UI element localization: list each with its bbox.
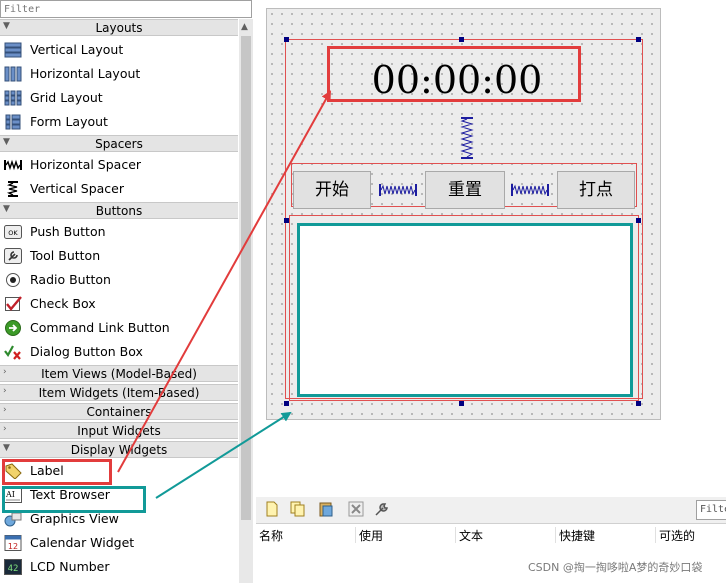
widget-item-label: Dialog Button Box bbox=[30, 344, 143, 359]
watermark: CSDN @掏一掏哆啦A梦的奇妙口袋 bbox=[528, 561, 703, 574]
category-label: Buttons bbox=[95, 204, 143, 218]
category-label: Containers bbox=[86, 405, 152, 419]
category-containers[interactable]: › Containers bbox=[0, 403, 238, 420]
grid-layout-icon bbox=[4, 90, 22, 106]
highlight-text-browser-item bbox=[2, 486, 146, 513]
paste-icon[interactable] bbox=[318, 501, 334, 517]
start-button[interactable]: 开始 bbox=[293, 171, 371, 209]
column-header-used[interactable]: 使用 bbox=[359, 527, 456, 543]
widget-item-push-button[interactable]: OK Push Button bbox=[0, 220, 238, 244]
widget-item-horizontal-layout[interactable]: Horizontal Layout bbox=[0, 62, 238, 86]
category-label: Input Widgets bbox=[77, 424, 161, 438]
widget-item-vertical-spacer[interactable]: Vertical Spacer bbox=[0, 177, 238, 201]
widget-item-label: Command Link Button bbox=[30, 320, 170, 335]
command-link-icon bbox=[5, 320, 21, 336]
widget-item-label: Horizontal Spacer bbox=[30, 157, 142, 172]
svg-text:OK: OK bbox=[8, 229, 18, 237]
widget-item-command-link-button[interactable]: Command Link Button bbox=[0, 316, 238, 340]
new-file-icon[interactable] bbox=[264, 501, 280, 517]
category-label: Layouts bbox=[95, 21, 143, 35]
widget-item-vertical-layout[interactable]: Vertical Layout bbox=[0, 38, 238, 62]
wrench-settings-icon[interactable] bbox=[374, 501, 390, 517]
selection-handle[interactable] bbox=[636, 37, 641, 42]
filter-input[interactable] bbox=[0, 0, 252, 18]
delete-icon[interactable] bbox=[348, 501, 364, 517]
selection-handle[interactable] bbox=[284, 37, 289, 42]
category-label: Item Widgets (Item-Based) bbox=[38, 386, 200, 400]
widget-item-radio-button[interactable]: Radio Button bbox=[0, 268, 238, 292]
widget-item-label: Check Box bbox=[30, 296, 96, 311]
widget-item-label: Form Layout bbox=[30, 114, 108, 129]
category-item-widgets[interactable]: › Item Widgets (Item-Based) bbox=[0, 384, 238, 401]
scrollbar-thumb[interactable] bbox=[241, 36, 251, 520]
widget-item-label: LCD Number bbox=[30, 559, 110, 574]
widget-item-tool-button[interactable]: Tool Button bbox=[0, 244, 238, 268]
tool-button-icon bbox=[4, 248, 22, 264]
svg-text:42: 42 bbox=[8, 564, 19, 574]
widget-item-label: Tool Button bbox=[30, 248, 101, 263]
widget-item-form-layout[interactable]: Form Layout bbox=[0, 110, 238, 134]
mark-button[interactable]: 打点 bbox=[557, 171, 635, 209]
action-editor-toolbar: Filte bbox=[256, 497, 726, 524]
widget-item-label: Horizontal Layout bbox=[30, 66, 141, 81]
widget-item-label: Calendar Widget bbox=[30, 535, 135, 550]
selection-handle[interactable] bbox=[636, 218, 641, 223]
selection-handle[interactable] bbox=[284, 401, 289, 406]
widget-item-label: Graphics View bbox=[30, 511, 119, 526]
vertical-spacer-widget[interactable] bbox=[459, 117, 475, 159]
widget-item-check-box[interactable]: Check Box bbox=[0, 292, 238, 316]
graphics-view-icon bbox=[4, 512, 22, 527]
push-button-icon: OK bbox=[4, 225, 22, 239]
copy-icon[interactable] bbox=[290, 501, 306, 517]
widget-item-lcd-number[interactable]: 42 LCD Number bbox=[0, 555, 238, 579]
horizontal-layout-icon bbox=[4, 66, 22, 82]
widget-item-label: Grid Layout bbox=[30, 90, 103, 105]
widget-item-label: Vertical Spacer bbox=[30, 181, 124, 196]
scroll-up-arrow-icon[interactable]: ▲ bbox=[241, 22, 248, 32]
vertical-spacer-icon bbox=[6, 181, 18, 197]
calendar-icon: 12 bbox=[4, 535, 22, 551]
category-display-widgets[interactable]: ▼ Display Widgets bbox=[0, 441, 238, 458]
highlight-time-label bbox=[327, 46, 581, 102]
selection-handle[interactable] bbox=[636, 401, 641, 406]
widget-item-calendar-widget[interactable]: 12 Calendar Widget bbox=[0, 531, 238, 555]
widget-item-label: Radio Button bbox=[30, 272, 111, 287]
widget-item-horizontal-spacer[interactable]: Horizontal Spacer bbox=[0, 153, 238, 177]
vertical-layout-icon bbox=[4, 42, 22, 58]
category-label: Item Views (Model-Based) bbox=[41, 367, 197, 381]
highlight-label-item bbox=[2, 459, 112, 485]
category-label: Display Widgets bbox=[70, 443, 168, 457]
horizontal-spacer-icon bbox=[4, 159, 22, 171]
widget-item-label: Vertical Layout bbox=[30, 42, 124, 57]
category-buttons[interactable]: ▼ Buttons bbox=[0, 202, 238, 219]
category-input-widgets[interactable]: › Input Widgets bbox=[0, 422, 238, 439]
text-browser-widget[interactable] bbox=[297, 223, 633, 397]
category-item-views[interactable]: › Item Views (Model-Based) bbox=[0, 365, 238, 382]
dialog-button-box-icon bbox=[4, 345, 21, 360]
check-box-icon bbox=[5, 296, 22, 311]
horizontal-spacer-widget[interactable] bbox=[379, 180, 417, 200]
selection-handle[interactable] bbox=[284, 218, 289, 223]
radio-button-icon bbox=[6, 273, 20, 287]
category-label: Spacers bbox=[95, 137, 143, 151]
widget-item-grid-layout[interactable]: Grid Layout bbox=[0, 86, 238, 110]
selection-handle[interactable] bbox=[459, 37, 464, 42]
widget-item-label: Push Button bbox=[30, 224, 106, 239]
column-header-shortcut[interactable]: 快捷键 bbox=[559, 527, 656, 543]
widget-item-dialog-button-box[interactable]: Dialog Button Box bbox=[0, 340, 238, 364]
column-header-checkable[interactable]: 可选的 bbox=[659, 527, 719, 543]
svg-text:12: 12 bbox=[8, 542, 18, 551]
selection-handle[interactable] bbox=[459, 401, 464, 406]
category-layouts[interactable]: ▼ Layouts bbox=[0, 19, 238, 36]
horizontal-spacer-widget[interactable] bbox=[511, 180, 549, 200]
column-header-text[interactable]: 文本 bbox=[459, 527, 556, 543]
column-header-name[interactable]: 名称 bbox=[259, 527, 356, 543]
lcd-number-icon: 42 bbox=[4, 559, 22, 575]
reset-button[interactable]: 重置 bbox=[425, 171, 505, 209]
form-layout-icon bbox=[5, 114, 21, 130]
action-filter-input[interactable]: Filte bbox=[696, 500, 726, 520]
category-spacers[interactable]: ▼ Spacers bbox=[0, 135, 238, 152]
